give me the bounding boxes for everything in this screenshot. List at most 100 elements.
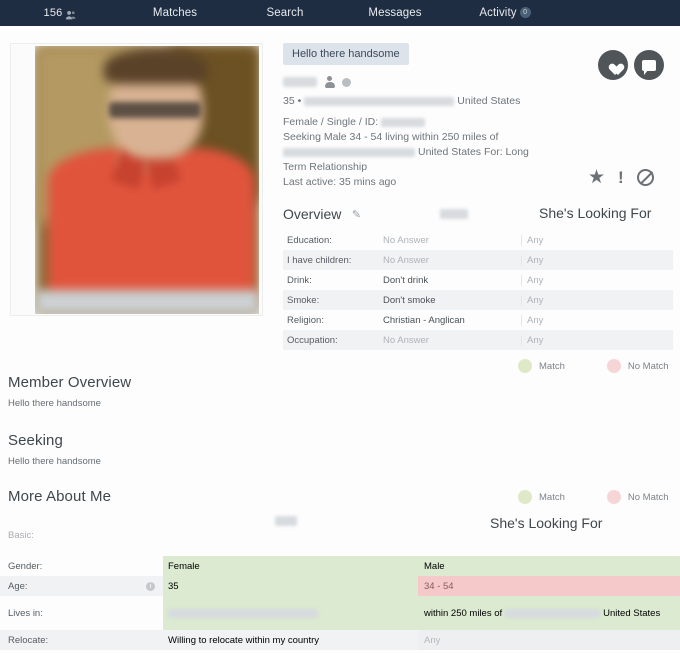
message-button[interactable] [634, 50, 664, 80]
age-prefix: 35 • [283, 95, 302, 107]
relationship-type-text: Term Relationship [283, 161, 368, 173]
overview-table: Education: No Answer Any I have children… [283, 230, 673, 350]
greeting-tag: Hello there handsome [283, 43, 409, 65]
star-icon[interactable]: ★ [588, 168, 605, 187]
section-title: Member Overview [8, 374, 132, 391]
lives-in-redacted [168, 608, 318, 618]
no-match-dot-icon [606, 490, 621, 504]
overview-row-looking: Any [521, 254, 673, 266]
nav-count-value: 156 [43, 7, 63, 19]
table-row: Gender: Female Male [0, 556, 680, 576]
overview-row-value: No Answer [383, 334, 429, 346]
nav-item-label: Activity [479, 7, 517, 19]
favourite-button[interactable] [598, 50, 628, 80]
more-about-me-looking-for-title: She's Looking For [490, 515, 603, 531]
seeking-text: Seeking Male 34 - 54 living within 250 m… [283, 131, 499, 143]
row-label-cell: Relocate: [0, 630, 163, 650]
block-icon[interactable] [636, 169, 654, 186]
overview-row-label: Religion: [287, 314, 324, 326]
seeking-country-text: United States For: Long [418, 146, 529, 158]
row-value-cell: Female [163, 556, 418, 576]
profile-page: 156 Matches Search Messages Activity 0 H… [0, 0, 680, 653]
overview-row-value: No Answer [383, 254, 429, 266]
section-body: Hello there handsome [8, 456, 101, 467]
nav-item-label: Messages [368, 7, 422, 19]
nav-item-activity[interactable]: Activity 0 [450, 7, 560, 19]
row-label: Lives in: [8, 607, 43, 619]
section-title: Seeking [8, 432, 63, 449]
nav-item-messages[interactable]: Messages [340, 7, 450, 19]
row-looking-cell: Any [418, 630, 680, 650]
legend-no-match: No Match [606, 490, 669, 504]
pencil-icon[interactable]: ✎ [352, 208, 361, 221]
row-value-cell: Willing to relocate within my country [163, 630, 418, 650]
table-row: Religion: Christian - Anglican Any [283, 310, 673, 330]
overview-row-value: Christian - Anglican [383, 314, 465, 326]
people-icon [65, 8, 76, 19]
overview-row-label: I have children: [287, 254, 352, 266]
country-label: United States [457, 95, 521, 107]
more-about-me-table: Gender: Female Male Age: i 35 34 - 54 Li… [0, 556, 680, 650]
section-title: More About Me [8, 488, 112, 505]
profile-photo-frame[interactable] [10, 43, 263, 316]
nav-item-search[interactable]: Search [230, 7, 340, 19]
nav-item-matches[interactable]: Matches [120, 7, 230, 19]
activity-badge: 0 [519, 7, 531, 18]
overview-row-label: Education: [287, 234, 332, 246]
overview-row-looking: Any [521, 234, 673, 246]
row-value: 35 [168, 580, 179, 592]
legend-no-match-label: No Match [627, 491, 669, 503]
location-redacted [304, 97, 455, 106]
info-icon[interactable]: i [146, 581, 155, 591]
row-value-cell: 35 [163, 576, 418, 596]
more-about-me-redacted-badge [275, 516, 297, 526]
overview-row-label: Drink: [287, 274, 312, 286]
seeking-line-2: United States For: Long [283, 145, 673, 160]
nav-people-count[interactable]: 156 [0, 7, 120, 19]
person-icon [324, 76, 335, 88]
overview-header: Overview ✎ She's Looking For [283, 205, 673, 228]
legend-match: Match [518, 490, 565, 504]
row-looking-prefix: within 250 miles of [424, 607, 503, 619]
section-body: Hello there handsome [8, 398, 101, 409]
match-dot-icon [518, 490, 532, 504]
row-looking-value: Any [424, 634, 441, 646]
row-value-cell [163, 596, 418, 630]
row-label-cell: Lives in: [0, 596, 163, 630]
row-label: Gender: [8, 560, 43, 572]
table-row: Lives in: within 250 miles of United Sta… [0, 596, 680, 630]
section-member-overview: Member Overview Hello there handsome [8, 374, 131, 409]
seeking-line-1: Seeking Male 34 - 54 living within 250 m… [283, 130, 673, 145]
overview-row-label: Smoke: [287, 294, 320, 306]
nav-item-label: Matches [152, 7, 198, 19]
overview-row-looking: Any [521, 274, 673, 286]
table-row: Smoke: Don't smoke Any [283, 290, 673, 310]
row-looking-value: 34 - 54 [424, 580, 454, 592]
match-legend: Match No Match [518, 359, 669, 373]
gender-status-text: Female / Single / ID: [283, 116, 379, 128]
overview-row-value: Don't smoke [383, 294, 436, 306]
overview-row-label: Occupation: [287, 334, 338, 346]
legend-match-label: Match [539, 360, 565, 372]
overview-row-value: No Answer [383, 234, 429, 246]
row-label: Relocate: [8, 634, 49, 646]
table-row: Drink: Don't drink Any [283, 270, 673, 290]
profile-photo[interactable] [35, 46, 259, 314]
seeking-location-redacted [283, 148, 415, 157]
overview-row-looking: Any [521, 334, 673, 346]
chat-bubble-icon [642, 59, 656, 75]
row-looking-cell: 34 - 54 [418, 576, 680, 596]
row-looking-cell: within 250 miles of United States [418, 596, 680, 630]
report-icon[interactable]: ! [618, 168, 624, 187]
row-looking-suffix: United States [603, 607, 661, 619]
overview-title: Overview [283, 206, 342, 222]
overview-redacted-badge [440, 209, 468, 219]
table-row: I have children: No Answer Any [283, 250, 673, 270]
status-dot-icon [342, 77, 351, 87]
row-label-cell: Gender: [0, 556, 163, 576]
username-redacted [283, 77, 317, 87]
match-legend-secondary: Match No Match [518, 490, 669, 504]
group-label-basic: Basic: [8, 530, 34, 541]
row-looking-value: Male [424, 560, 445, 572]
overview-row-looking: Any [521, 294, 673, 306]
